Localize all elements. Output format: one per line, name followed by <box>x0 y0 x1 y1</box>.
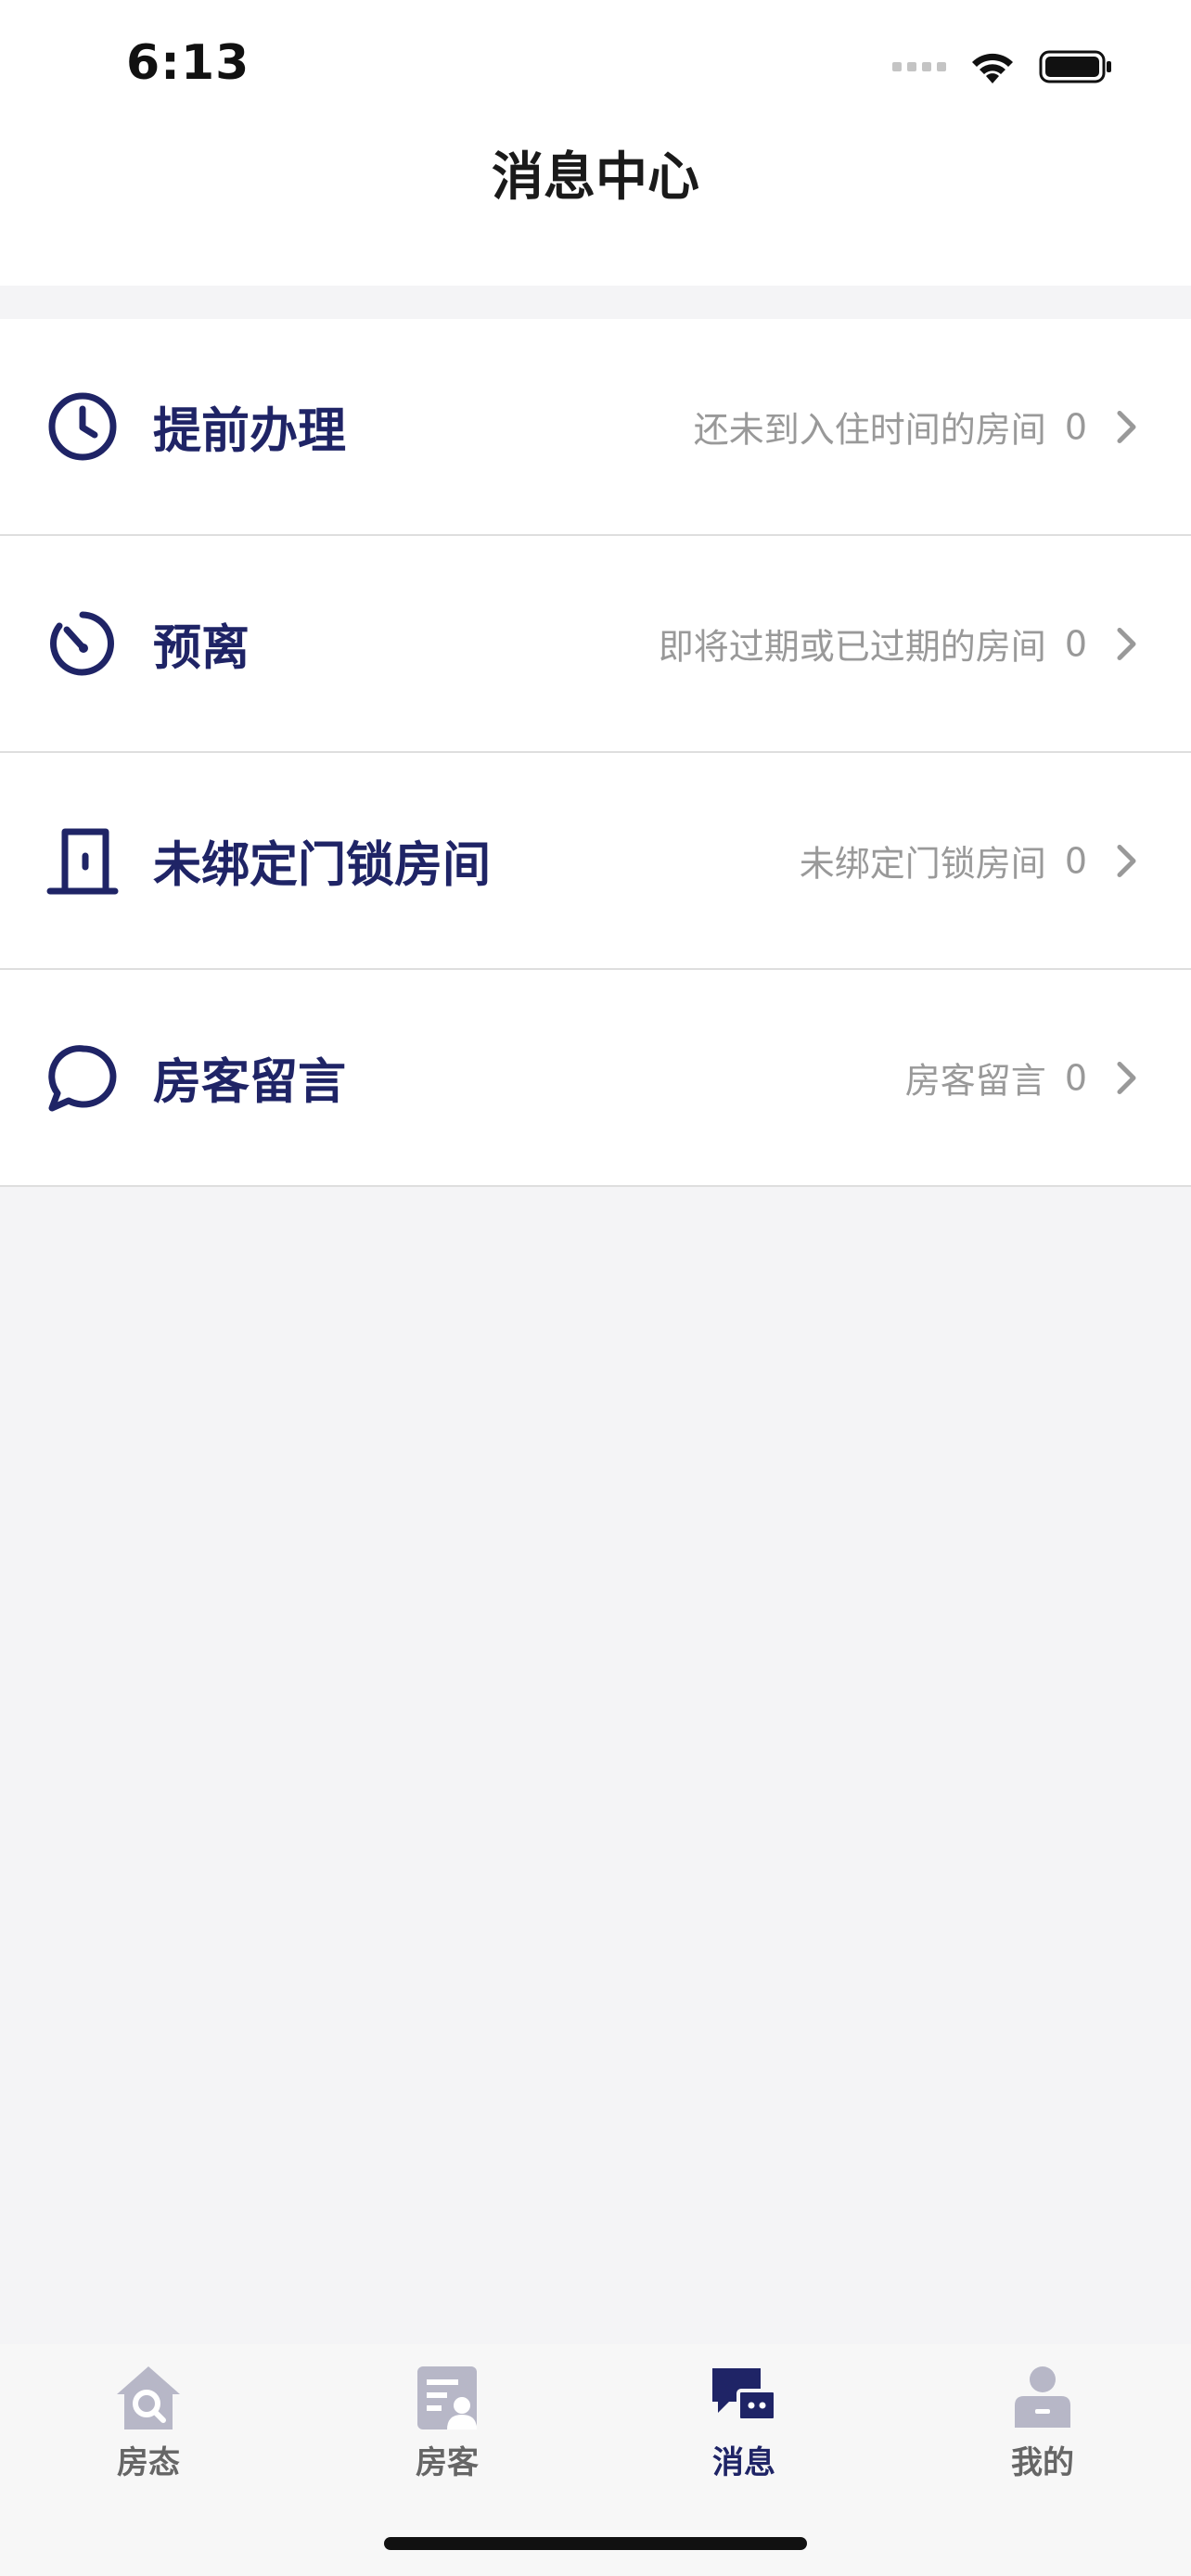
status-time: 6:13 <box>126 35 250 91</box>
home-indicator[interactable] <box>384 2537 807 2550</box>
clock-icon <box>46 390 119 463</box>
battery-icon <box>1039 50 1111 83</box>
menu-row-label: 预离 <box>153 620 250 677</box>
chevron-right-icon <box>1115 625 1139 662</box>
wifi-icon <box>972 53 1013 83</box>
tab-label: 我的 <box>1011 2444 1074 2481</box>
page-title: 消息中心 <box>492 147 699 208</box>
menu-row-detail: 还未到入住时间的房间 0 <box>694 402 1139 453</box>
tab-profile[interactable]: 我的 <box>968 2363 1117 2502</box>
menu-row-description: 未绑定门锁房间 <box>799 843 1046 885</box>
menu-row-label: 提前办理 <box>153 403 347 460</box>
chevron-right-icon <box>1115 842 1139 879</box>
menu-row-label: 未绑定门锁房间 <box>153 837 492 894</box>
menu-row-detail: 未绑定门锁房间 0 <box>800 835 1139 886</box>
navigation-header: 消息中心 <box>0 139 1191 286</box>
menu-row-description: 即将过期或已过期的房间 <box>658 626 1046 668</box>
message-category-list: 提前办理 还未到入住时间的房间 0 预离 即将过期或已过期的房间 0 未绑定门锁… <box>0 319 1191 1187</box>
menu-row-detail: 房客留言 0 <box>905 1052 1139 1103</box>
chevron-right-icon <box>1115 1059 1139 1096</box>
timer-icon <box>46 607 119 680</box>
tab-label: 消息 <box>712 2444 775 2481</box>
house-search-icon <box>111 2363 186 2433</box>
menu-row-count: 0 <box>1064 840 1087 881</box>
status-indicators <box>892 46 1113 87</box>
cellular-signal-icon <box>892 62 946 71</box>
menu-row-count: 0 <box>1064 406 1087 447</box>
menu-row-guest-messages[interactable]: 房客留言 房客留言 0 <box>0 970 1191 1187</box>
message-icon <box>707 2363 781 2433</box>
profile-icon <box>1005 2363 1080 2433</box>
menu-row-detail: 即将过期或已过期的房间 0 <box>659 618 1139 670</box>
tab-guests[interactable]: 房客 <box>373 2363 521 2502</box>
chat-bubble-icon <box>46 1041 119 1114</box>
chevron-right-icon <box>1115 408 1139 445</box>
tab-label: 房客 <box>416 2444 479 2481</box>
status-bar: 6:13 <box>0 0 1191 139</box>
menu-row-label: 房客留言 <box>153 1054 347 1111</box>
guest-card-icon <box>410 2363 484 2433</box>
menu-row-description: 房客留言 <box>904 1060 1046 1102</box>
menu-row-unbound-lock[interactable]: 未绑定门锁房间 未绑定门锁房间 0 <box>0 753 1191 970</box>
menu-row-pre-departure[interactable]: 预离 即将过期或已过期的房间 0 <box>0 536 1191 753</box>
tab-messages[interactable]: 消息 <box>670 2363 818 2502</box>
section-separator <box>0 286 1191 319</box>
menu-row-description: 还未到入住时间的房间 <box>693 409 1046 451</box>
menu-row-early-checkin[interactable]: 提前办理 还未到入住时间的房间 0 <box>0 319 1191 536</box>
door-icon <box>46 824 119 897</box>
tab-label: 房态 <box>117 2444 180 2481</box>
menu-row-count: 0 <box>1064 623 1087 664</box>
menu-row-count: 0 <box>1064 1057 1087 1098</box>
tab-room-status[interactable]: 房态 <box>74 2363 223 2502</box>
